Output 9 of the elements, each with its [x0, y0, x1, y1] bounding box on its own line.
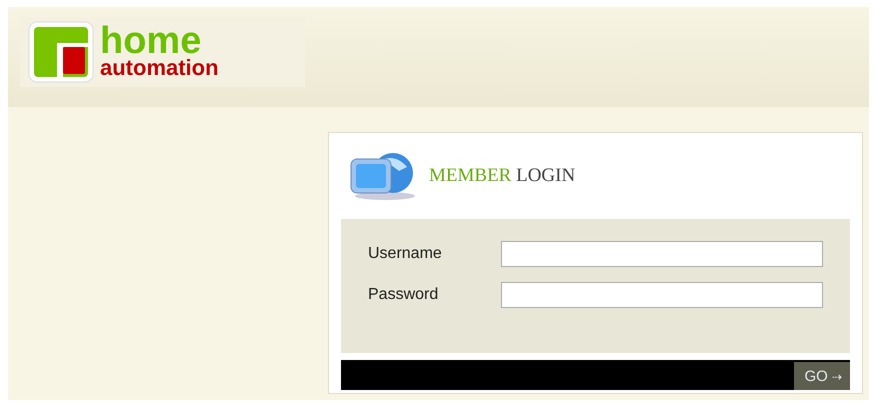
- logo-icon: [28, 21, 94, 83]
- field-label: Password: [368, 286, 440, 304]
- go-button[interactable]: GO ⇢: [794, 362, 850, 390]
- field-label: Username: [368, 244, 443, 262]
- input-field[interactable]: [500, 240, 823, 266]
- login-title: MEMBER LOGIN: [429, 165, 576, 187]
- input-field[interactable]: [500, 282, 823, 308]
- logo-subtext: automation: [100, 57, 219, 79]
- logo-text: home: [100, 25, 202, 57]
